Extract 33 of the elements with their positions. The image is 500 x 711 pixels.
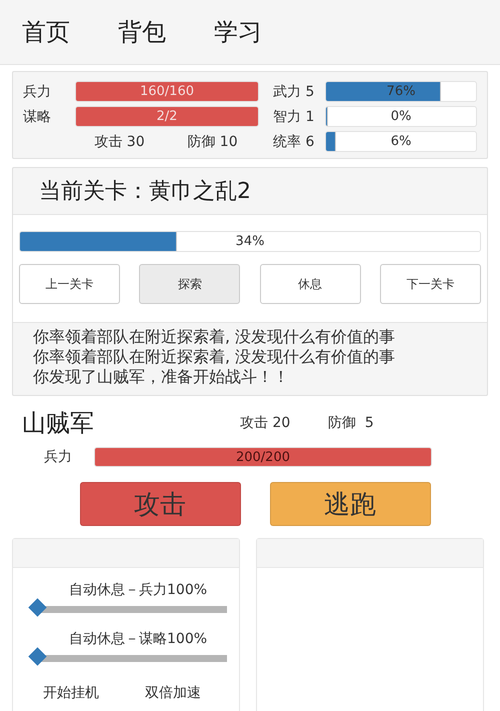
- stat-label: 谋略: [23, 108, 52, 126]
- defense-value: 防御 10: [187, 132, 238, 150]
- attribute-percent: 76%: [386, 83, 416, 101]
- stat-value: 2/2: [156, 108, 178, 126]
- nav-tab[interactable]: 学习: [214, 16, 262, 48]
- attribute-percent: 6%: [390, 133, 412, 151]
- toggle-label[interactable]: 开始挂机: [43, 684, 99, 702]
- stage-button[interactable]: 上一关卡: [19, 264, 120, 304]
- attribute-percent: 0%: [390, 108, 412, 126]
- enemy-health-value: 200/200: [234, 449, 291, 466]
- slider-label: 自动休息－兵力100%: [68, 581, 208, 600]
- attribute-label: 智力 1: [273, 108, 316, 126]
- nav-tab[interactable]: 首页: [22, 16, 70, 48]
- flee-button[interactable]: 逃跑: [270, 482, 430, 526]
- enemy-name: 山贼军: [22, 408, 95, 439]
- stage-button[interactable]: 下一关卡: [380, 264, 481, 304]
- attribute-label: 统率 6: [273, 132, 316, 150]
- stat-label: 兵力: [23, 82, 52, 100]
- attribute-label: 武力 5: [273, 82, 316, 100]
- slider-label: 自动休息－谋略100%: [68, 630, 208, 649]
- log-message: 你发现了山贼军，准备开始战斗！！: [33, 367, 290, 387]
- enemy-attack: 攻击 20: [240, 414, 292, 432]
- progress-percent: 34%: [234, 233, 266, 251]
- log-message: 你率领着部队在附近探索着, 没发现什么有价值的事: [33, 327, 396, 347]
- stage-button[interactable]: 探索: [139, 264, 240, 304]
- enemy-defense: 防御 5: [328, 414, 374, 432]
- attack-value: 攻击 30: [94, 132, 145, 150]
- nav-tab[interactable]: 背包: [118, 16, 166, 48]
- stat-value: 160/160: [138, 83, 195, 101]
- toggle-label[interactable]: 双倍加速: [145, 684, 201, 702]
- log-message: 你率领着部队在附近探索着, 没发现什么有价值的事: [33, 347, 396, 367]
- enemy-stat-label: 兵力: [43, 448, 73, 466]
- stage-button[interactable]: 休息: [260, 264, 361, 304]
